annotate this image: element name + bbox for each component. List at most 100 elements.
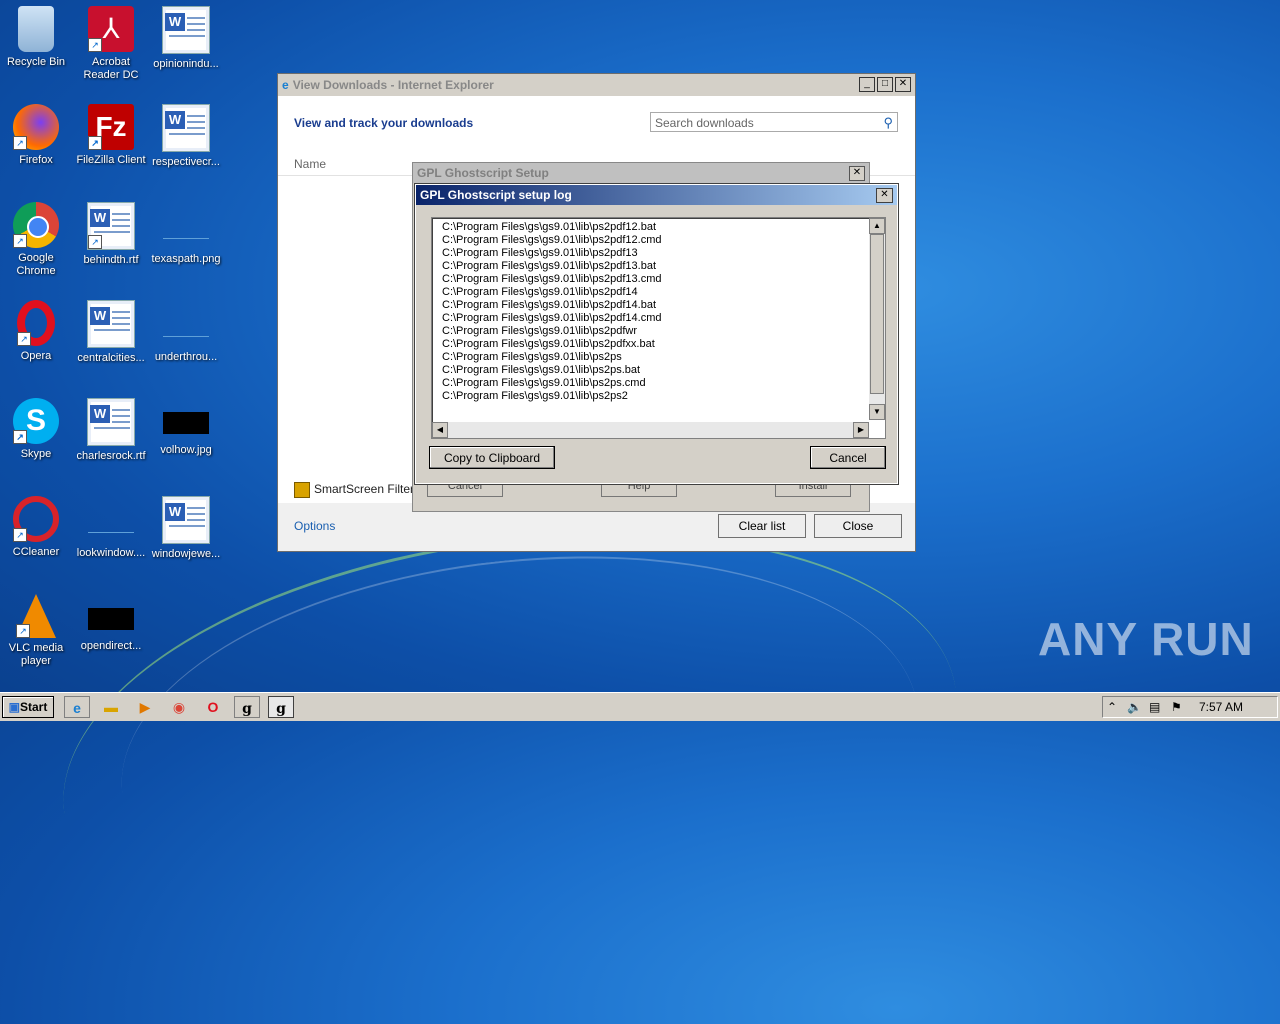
- desktop-icon-opera[interactable]: ↗ Opera: [0, 300, 74, 363]
- image-file-icon: [88, 608, 134, 630]
- desktop-icon-lookwindow[interactable]: lookwindow....: [73, 496, 149, 560]
- smartscreen-status[interactable]: SmartScreen Filter: [294, 482, 414, 498]
- log-line: C:\Program Files\gs\gs9.01\lib\ps2pdfwr: [442, 325, 638, 337]
- desktop-icon-volhow[interactable]: volhow.jpg: [148, 398, 224, 457]
- system-tray: ⌃ 🔈 ▤ ⚑ 7:57 AM: [1102, 696, 1278, 718]
- scroll-up-icon[interactable]: ▲: [869, 218, 885, 234]
- taskbar-ghostscript-active-icon[interactable]: g: [268, 696, 294, 718]
- log-line: C:\Program Files\gs\gs9.01\lib\ps2ps.bat: [442, 364, 641, 376]
- taskbar-ie-icon[interactable]: e: [64, 696, 90, 718]
- blank-file-icon: [163, 314, 209, 337]
- search-input[interactable]: Search downloads ⚲: [650, 112, 898, 132]
- options-link[interactable]: Options: [294, 519, 335, 533]
- scroll-thumb[interactable]: [870, 234, 884, 394]
- desktop-icon-respectivecr[interactable]: W respectivecr...: [148, 104, 224, 169]
- desktop-icon-recycle-bin[interactable]: Recycle Bin: [0, 6, 74, 69]
- desktop-icon-ccleaner[interactable]: ↗ CCleaner: [0, 496, 74, 559]
- taskbar-opera-icon[interactable]: O: [200, 696, 226, 718]
- anyrun-watermark: ANY RUN: [1038, 613, 1254, 665]
- chrome-icon: ↗: [13, 202, 59, 248]
- blank-file-icon: [163, 216, 209, 239]
- log-line: C:\Program Files\gs\gs9.01\lib\ps2pdf12.…: [442, 234, 662, 246]
- recycle-bin-icon: [18, 6, 54, 52]
- desktop-icon-windowjewe[interactable]: W windowjewe...: [148, 496, 224, 561]
- blank-file-icon: [88, 510, 134, 533]
- taskbar: ▣Start e ▬ ▶ ◉ O g g ⌃ 🔈 ▤ ⚑ 7:57 AM: [0, 692, 1280, 721]
- firefox-icon: ↗: [13, 104, 59, 150]
- acrobat-icon: ⅄ ↗: [88, 6, 134, 52]
- copy-to-clipboard-button[interactable]: Copy to Clipboard: [429, 446, 555, 469]
- setup-titlebar[interactable]: GPL Ghostscript Setup: [413, 163, 869, 183]
- windows-logo-icon: ▣: [8, 700, 20, 714]
- desktop-icon-vlc[interactable]: ↗ VLC media player: [0, 594, 74, 668]
- desktop-icon-acrobat[interactable]: ⅄ ↗ Acrobat Reader DC: [73, 6, 149, 82]
- desktop-icon-filezilla[interactable]: Fz ↗ FileZilla Client: [73, 104, 149, 167]
- taskbar-media-player-icon[interactable]: ▶: [132, 696, 158, 718]
- clear-list-button[interactable]: Clear list: [718, 514, 806, 538]
- taskbar-explorer-icon[interactable]: ▬: [98, 696, 124, 718]
- close-icon[interactable]: ✕: [876, 188, 893, 203]
- network-icon[interactable]: ▤: [1149, 700, 1160, 714]
- desktop-icon-behindth[interactable]: W ↗ behindth.rtf: [73, 202, 149, 267]
- window-titlebar[interactable]: e View Downloads - Internet Explorer: [278, 74, 915, 96]
- log-lines: C:\Program Files\gs\gs9.01\lib\ps2pdf12.…: [442, 221, 662, 403]
- column-name[interactable]: Name: [294, 157, 326, 171]
- action-center-flag-icon[interactable]: ⚑: [1171, 700, 1182, 714]
- scroll-right-icon[interactable]: ▶: [853, 422, 869, 438]
- word-doc-icon: W: [87, 300, 135, 348]
- log-cancel-button[interactable]: Cancel: [810, 446, 886, 469]
- log-line: C:\Program Files\gs\gs9.01\lib\ps2pdf14: [442, 286, 638, 298]
- log-line: C:\Program Files\gs\gs9.01\lib\ps2pdf13: [442, 247, 638, 259]
- log-line: C:\Program Files\gs\gs9.01\lib\ps2pdf13.…: [442, 273, 662, 285]
- start-button[interactable]: ▣Start: [2, 696, 54, 718]
- vlc-icon: ↗: [16, 594, 56, 638]
- search-icon[interactable]: ⚲: [883, 113, 893, 133]
- scroll-down-icon[interactable]: ▼: [869, 404, 885, 420]
- desktop-icon-firefox[interactable]: ↗ Firefox: [0, 104, 74, 167]
- vertical-scrollbar[interactable]: ▲ ▼: [869, 218, 885, 420]
- close-button[interactable]: Close: [814, 514, 902, 538]
- desktop-icon-underthrou[interactable]: underthrou...: [148, 300, 224, 364]
- log-line: C:\Program Files\gs\gs9.01\lib\ps2ps: [442, 351, 622, 363]
- desktop-icon-chrome[interactable]: ↗ Google Chrome: [0, 202, 74, 278]
- log-line: C:\Program Files\gs\gs9.01\lib\ps2ps2: [442, 390, 628, 402]
- log-line: C:\Program Files\gs\gs9.01\lib\ps2pdfxx.…: [442, 338, 655, 350]
- desktop-icon-charlesrock[interactable]: W charlesrock.rtf: [73, 398, 149, 463]
- volume-icon[interactable]: 🔈: [1127, 700, 1142, 714]
- desktop-icon-opinionindu[interactable]: W opinionindu...: [148, 6, 224, 71]
- horizontal-scrollbar[interactable]: ◀ ▶: [432, 422, 869, 438]
- minimize-button[interactable]: _: [859, 77, 875, 92]
- taskbar-chrome-icon[interactable]: ◉: [166, 696, 192, 718]
- image-file-icon: [163, 412, 209, 434]
- taskbar-ghostscript-icon[interactable]: g: [234, 696, 260, 718]
- downloads-heading: View and track your downloads: [294, 116, 474, 130]
- word-doc-icon: W: [162, 496, 210, 544]
- log-line: C:\Program Files\gs\gs9.01\lib\ps2pdf12.…: [442, 221, 657, 233]
- log-listbox[interactable]: C:\Program Files\gs\gs9.01\lib\ps2pdf12.…: [431, 217, 886, 439]
- scroll-left-icon[interactable]: ◀: [432, 422, 448, 438]
- window-title: View Downloads - Internet Explorer: [292, 78, 494, 92]
- log-line: C:\Program Files\gs\gs9.01\lib\ps2ps.cmd: [442, 377, 646, 389]
- word-doc-icon: W ↗: [87, 202, 135, 250]
- word-doc-icon: W: [87, 398, 135, 446]
- clock[interactable]: 7:57 AM: [1199, 700, 1243, 714]
- log-line: C:\Program Files\gs\gs9.01\lib\ps2pdf14.…: [442, 299, 657, 311]
- desktop-icon-centralcities[interactable]: W centralcities...: [73, 300, 149, 365]
- opera-icon: ↗: [17, 300, 55, 346]
- shield-icon: [294, 482, 310, 498]
- desktop-icon-opendirect[interactable]: opendirect...: [73, 594, 149, 653]
- close-icon[interactable]: ✕: [895, 77, 911, 92]
- log-line: C:\Program Files\gs\gs9.01\lib\ps2pdf13.…: [442, 260, 657, 272]
- skype-icon: S ↗: [13, 398, 59, 444]
- ie-icon: e: [282, 78, 289, 92]
- maximize-button[interactable]: □: [877, 77, 893, 92]
- word-doc-icon: W: [162, 104, 210, 152]
- desktop-icon-skype[interactable]: S ↗ Skype: [0, 398, 74, 461]
- desktop-icon-texaspath[interactable]: texaspath.png: [148, 202, 224, 266]
- close-icon[interactable]: ✕: [849, 166, 865, 181]
- setup-log-dialog: GPL Ghostscript setup log ✕ C:\Program F…: [414, 183, 899, 485]
- log-titlebar[interactable]: GPL Ghostscript setup log: [416, 185, 897, 205]
- word-doc-icon: W: [162, 6, 210, 54]
- tray-expand-icon[interactable]: ⌃: [1107, 700, 1117, 714]
- log-line: C:\Program Files\gs\gs9.01\lib\ps2pdf14.…: [442, 312, 662, 324]
